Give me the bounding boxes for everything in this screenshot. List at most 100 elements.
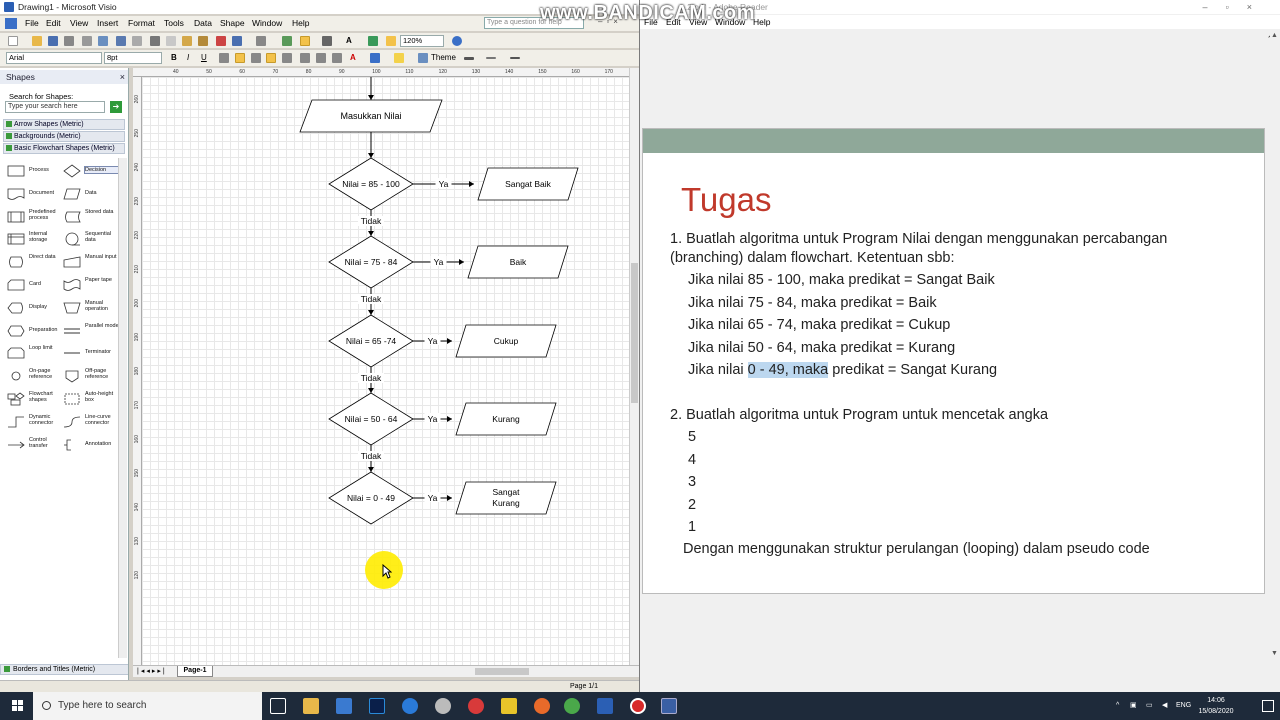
connector-arrowhead[interactable] [447, 338, 452, 344]
shape-item[interactable]: Manual input [61, 252, 117, 272]
connector-arrowhead[interactable] [368, 153, 374, 158]
shape-item[interactable]: On-page reference [5, 366, 61, 386]
shape-item[interactable]: Paper tape [61, 275, 117, 295]
edge-icon[interactable] [402, 698, 418, 714]
taskbar-search-input[interactable]: Type here to search [33, 692, 262, 720]
chrome-icon[interactable] [564, 698, 580, 714]
windows-start-icon[interactable] [12, 700, 24, 712]
new-icon[interactable] [8, 36, 18, 46]
permission-icon[interactable] [64, 36, 74, 46]
italic-icon[interactable]: I [187, 53, 189, 63]
opera-icon[interactable] [468, 698, 484, 714]
align-center-icon[interactable] [235, 53, 245, 63]
calculator-icon[interactable] [336, 698, 352, 714]
theme-button[interactable]: Theme [431, 53, 456, 63]
shape-item[interactable]: Direct data [5, 252, 61, 272]
connector-arrowhead[interactable] [469, 181, 474, 187]
paragraph-icon[interactable] [282, 53, 292, 63]
connector-arrowhead[interactable] [368, 231, 374, 236]
redo-icon[interactable] [256, 36, 266, 46]
scroll-down-icon[interactable]: ▼ [1271, 650, 1278, 657]
format-painter-icon[interactable] [198, 36, 208, 46]
network-icon[interactable]: ▭ [1146, 692, 1153, 720]
firefox-icon[interactable] [534, 698, 550, 714]
language-indicator[interactable]: ENG [1176, 692, 1191, 720]
volume-icon[interactable]: ◀ [1162, 692, 1167, 720]
font-size-select[interactable]: 8pt [104, 52, 162, 64]
text-tool-icon[interactable]: A [346, 36, 352, 46]
connector-arrowhead[interactable] [368, 388, 374, 393]
spelling-icon[interactable] [116, 36, 126, 46]
tray-app-icon[interactable]: ▣ [1130, 692, 1137, 720]
font-select[interactable]: Arial [6, 52, 102, 64]
scroll-up-icon[interactable]: ▲ [1271, 32, 1278, 39]
stencil-backgrounds[interactable]: Backgrounds (Metric) [3, 131, 125, 142]
close-icon[interactable]: × [120, 70, 125, 84]
connector-arrowhead[interactable] [368, 95, 374, 100]
stencil-borders-titles[interactable]: Borders and Titles (Metric) [0, 664, 128, 675]
pointer-tool-icon[interactable] [300, 36, 310, 46]
theme-icon[interactable] [418, 53, 428, 63]
undo-icon[interactable] [232, 36, 242, 46]
menu-format[interactable]: Format [128, 16, 155, 31]
selected-text-highlight[interactable]: 0 - 49, maka [747, 362, 829, 378]
photoshop-icon[interactable] [369, 698, 385, 714]
shape-item[interactable]: Decision [61, 161, 120, 181]
connector-arrowhead[interactable] [459, 259, 464, 265]
font-color-icon[interactable]: A [350, 53, 356, 63]
webcam-icon[interactable] [435, 698, 451, 714]
help-icon[interactable] [452, 36, 462, 46]
connector-arrowhead[interactable] [447, 416, 452, 422]
menu-shape[interactable]: Shape [220, 16, 245, 31]
open-icon[interactable] [32, 36, 42, 46]
task-view-icon[interactable] [270, 698, 286, 714]
increase-indent-icon[interactable] [332, 53, 342, 63]
zoom-select[interactable]: 120% [400, 35, 444, 47]
shape-item[interactable]: Terminator [61, 343, 117, 363]
fill-color-icon[interactable] [394, 53, 404, 63]
canvas-horizontal-scroll-thumb[interactable] [475, 668, 529, 675]
tab-page-1[interactable]: Page-1 [177, 666, 213, 677]
menu-tools[interactable]: Tools [164, 16, 184, 31]
copy-icon[interactable] [166, 36, 176, 46]
canvas-vertical-scrollbar[interactable] [629, 68, 639, 665]
align-middle-icon[interactable] [266, 53, 276, 63]
shape-item[interactable]: Internal storage [5, 229, 61, 249]
taskbar-clock[interactable]: 14:06 15/08/2020 [1198, 695, 1234, 717]
menu-help[interactable]: Help [292, 16, 309, 31]
align-right-icon[interactable] [251, 53, 261, 63]
shapes-icon[interactable] [368, 36, 378, 46]
shape-item[interactable]: Annotation [61, 435, 117, 455]
connector-arrowhead[interactable] [447, 495, 452, 501]
menu-insert[interactable]: Insert [97, 16, 118, 31]
menu-window[interactable]: Window [252, 16, 282, 31]
paste-icon[interactable] [182, 36, 192, 46]
tray-chevron-icon[interactable]: ^ [1116, 692, 1119, 720]
line-weight-icon[interactable] [464, 57, 474, 60]
search-go-button[interactable]: ➔ [110, 101, 122, 113]
menu-edit[interactable]: Edit [46, 16, 61, 31]
reader-menu-help[interactable]: Help [753, 15, 770, 29]
shape-item[interactable]: Loop limit [5, 343, 61, 363]
bullets-icon[interactable] [300, 53, 310, 63]
bold-icon[interactable]: B [171, 53, 177, 63]
research-icon[interactable] [132, 36, 142, 46]
visio-taskbar-icon[interactable] [661, 698, 677, 714]
word-icon[interactable] [597, 698, 613, 714]
reader-vertical-scrollbar[interactable]: ▲ ▼ [1270, 30, 1280, 680]
hyperlink-icon[interactable] [282, 36, 292, 46]
pan-zoom-icon[interactable] [386, 36, 396, 46]
print-icon[interactable] [82, 36, 92, 46]
shape-item[interactable]: Control transfer [5, 435, 61, 455]
document-icon[interactable] [5, 18, 17, 29]
notification-icon[interactable] [1262, 700, 1274, 712]
shapes-scrollbar[interactable] [118, 158, 127, 658]
page-nav-arrows[interactable]: |◂◂▸▸| [137, 666, 167, 677]
cut-icon[interactable] [150, 36, 160, 46]
underline-icon[interactable]: U [201, 53, 207, 63]
stencil-arrow-shapes[interactable]: Arrow Shapes (Metric) [3, 119, 125, 130]
shape-item[interactable]: Parallel mode [61, 321, 119, 341]
shape-item[interactable]: Card [5, 275, 61, 295]
menu-data[interactable]: Data [194, 16, 212, 31]
sticky-notes-icon[interactable] [501, 698, 517, 714]
